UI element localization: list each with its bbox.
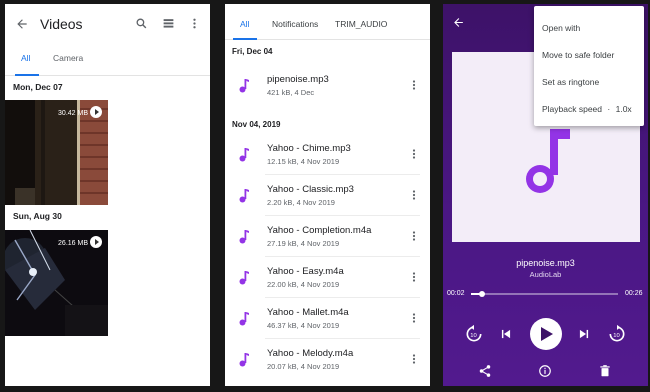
date-header: Sun, Aug 30	[13, 211, 62, 221]
audio-file-row[interactable]: Yahoo - Completion.m4a 27.19 kB, 4 Nov 20…	[225, 217, 430, 257]
skip-next-icon[interactable]	[577, 327, 591, 341]
separator-dot: ·	[607, 104, 611, 114]
play-icon	[90, 106, 102, 118]
more-vert-icon[interactable]	[408, 230, 420, 242]
date-header: Nov 04, 2019	[232, 120, 281, 129]
audio-file-row[interactable]: Yahoo - Classic.mp3 2.20 kB, 4 Nov 2019	[225, 176, 430, 216]
row-divider	[265, 256, 420, 257]
search-icon[interactable]	[135, 17, 148, 30]
video-thumbnail[interactable]: 30.42 MB	[5, 100, 108, 205]
audio-file-row[interactable]: Yahoo - Mallet.m4a 46.37 kB, 4 Nov 2019	[225, 299, 430, 339]
skip-previous-icon[interactable]	[499, 327, 513, 341]
audio-list-screen: All Notifications TRIM_AUDIO Fri, Dec 04…	[225, 4, 430, 386]
audio-file-row[interactable]: pipenoise.mp3 421 kB, 4 Dec	[225, 66, 430, 106]
music-note-icon	[239, 148, 249, 162]
tab-all[interactable]: All	[21, 53, 30, 63]
tab-camera[interactable]: Camera	[53, 53, 83, 63]
menu-item-move-to-safe-folder[interactable]: Move to safe folder	[542, 50, 614, 60]
row-divider	[265, 338, 420, 339]
total-duration: 00:26	[625, 290, 643, 297]
file-meta: 27.19 kB, 4 Nov 2019	[267, 239, 340, 248]
file-name: Yahoo - Easy.m4a	[267, 266, 344, 277]
video-thumbnail[interactable]: 26.16 MB	[5, 230, 108, 336]
music-note-icon	[239, 230, 249, 244]
file-meta: 46.37 kB, 4 Nov 2019	[267, 321, 340, 330]
videos-tab-bar: All Camera	[5, 44, 210, 76]
file-name: Yahoo - Melody.m4a	[267, 348, 354, 359]
more-vert-icon[interactable]	[408, 189, 420, 201]
file-name: Yahoo - Mallet.m4a	[267, 307, 349, 318]
row-divider	[265, 174, 420, 175]
audio-file-row[interactable]: Yahoo - Melody.m4a 20.07 kB, 4 Nov 2019	[225, 340, 430, 380]
file-name: Yahoo - Completion.m4a	[267, 225, 372, 236]
play-button-icon	[541, 327, 553, 341]
tab-trim-audio[interactable]: TRIM_AUDIO	[335, 19, 387, 29]
back-arrow-icon[interactable]	[452, 16, 465, 29]
tab-indicator	[233, 38, 257, 40]
back-arrow-icon[interactable]	[15, 17, 29, 31]
svg-text:10: 10	[613, 333, 620, 339]
forward-10-icon[interactable]: 10	[607, 324, 627, 344]
play-icon	[90, 236, 102, 248]
more-vert-icon[interactable]	[408, 312, 420, 324]
audio-tab-bar: All Notifications TRIM_AUDIO	[225, 4, 430, 40]
audio-file-row[interactable]: Yahoo - Easy.m4a 22.00 kB, 4 Nov 2019	[225, 258, 430, 298]
music-note-icon	[239, 189, 249, 203]
seek-bar[interactable]	[471, 291, 618, 297]
elapsed-time: 00:02	[447, 290, 465, 297]
music-note-icon	[239, 271, 249, 285]
music-note-icon	[526, 129, 570, 193]
more-vert-icon[interactable]	[408, 271, 420, 283]
file-meta: 22.00 kB, 4 Nov 2019	[267, 280, 340, 289]
seek-thumb[interactable]	[479, 291, 486, 297]
tab-notifications[interactable]: Notifications	[272, 19, 318, 29]
menu-item-open-with[interactable]: Open with	[542, 23, 580, 33]
video-size-label: 30.42 MB	[58, 110, 88, 117]
music-note-icon	[239, 312, 249, 326]
video-size-label: 26.16 MB	[58, 240, 88, 247]
music-note-icon	[239, 79, 249, 93]
menu-item-set-as-ringtone[interactable]: Set as ringtone	[542, 77, 599, 87]
audio-file-row[interactable]: Yahoo - Chime.mp3 12.15 kB, 4 Nov 2019	[225, 135, 430, 175]
date-header: Fri, Dec 04	[232, 47, 273, 56]
date-header: Mon, Dec 07	[13, 82, 63, 92]
svg-text:10: 10	[470, 333, 477, 339]
row-divider	[265, 297, 420, 298]
file-meta: 421 kB, 4 Dec	[267, 88, 315, 97]
list-view-icon[interactable]	[162, 17, 175, 30]
tab-all[interactable]: All	[240, 19, 249, 29]
track-artist: AudioLab	[529, 270, 562, 279]
replay-10-icon[interactable]: 10	[464, 324, 484, 344]
more-vert-icon[interactable]	[408, 353, 420, 365]
track-title: pipenoise.mp3	[516, 258, 575, 268]
more-vert-icon[interactable]	[188, 17, 201, 30]
overflow-menu: Open with Move to safe folder Set as rin…	[534, 6, 644, 126]
file-name: pipenoise.mp3	[267, 74, 329, 85]
delete-icon[interactable]	[598, 364, 612, 378]
player-screen: Open with Move to safe folder Set as rin…	[443, 4, 648, 386]
videos-app-bar: Videos	[5, 4, 210, 44]
playback-speed-value: 1.0x	[615, 104, 632, 114]
page-title: Videos	[40, 16, 83, 32]
tab-indicator	[15, 74, 39, 76]
play-button[interactable]	[530, 318, 562, 350]
more-vert-icon[interactable]	[408, 148, 420, 160]
file-meta: 20.07 kB, 4 Nov 2019	[267, 362, 340, 371]
file-meta: 2.20 kB, 4 Nov 2019	[267, 198, 335, 207]
playback-speed-label: Playback speed	[542, 104, 603, 114]
info-icon[interactable]	[538, 364, 552, 378]
music-note-icon	[239, 353, 249, 367]
row-divider	[265, 215, 420, 216]
file-name: Yahoo - Chime.mp3	[267, 143, 351, 154]
file-meta: 12.15 kB, 4 Nov 2019	[267, 157, 340, 166]
menu-item-playback-speed[interactable]: Playback speed · 1.0x	[542, 104, 632, 114]
videos-screen: Videos All Camera Mon, Dec 07 30.42 MB S…	[5, 4, 210, 386]
share-icon[interactable]	[478, 364, 492, 378]
more-vert-icon[interactable]	[408, 79, 420, 91]
file-name: Yahoo - Classic.mp3	[267, 184, 354, 195]
